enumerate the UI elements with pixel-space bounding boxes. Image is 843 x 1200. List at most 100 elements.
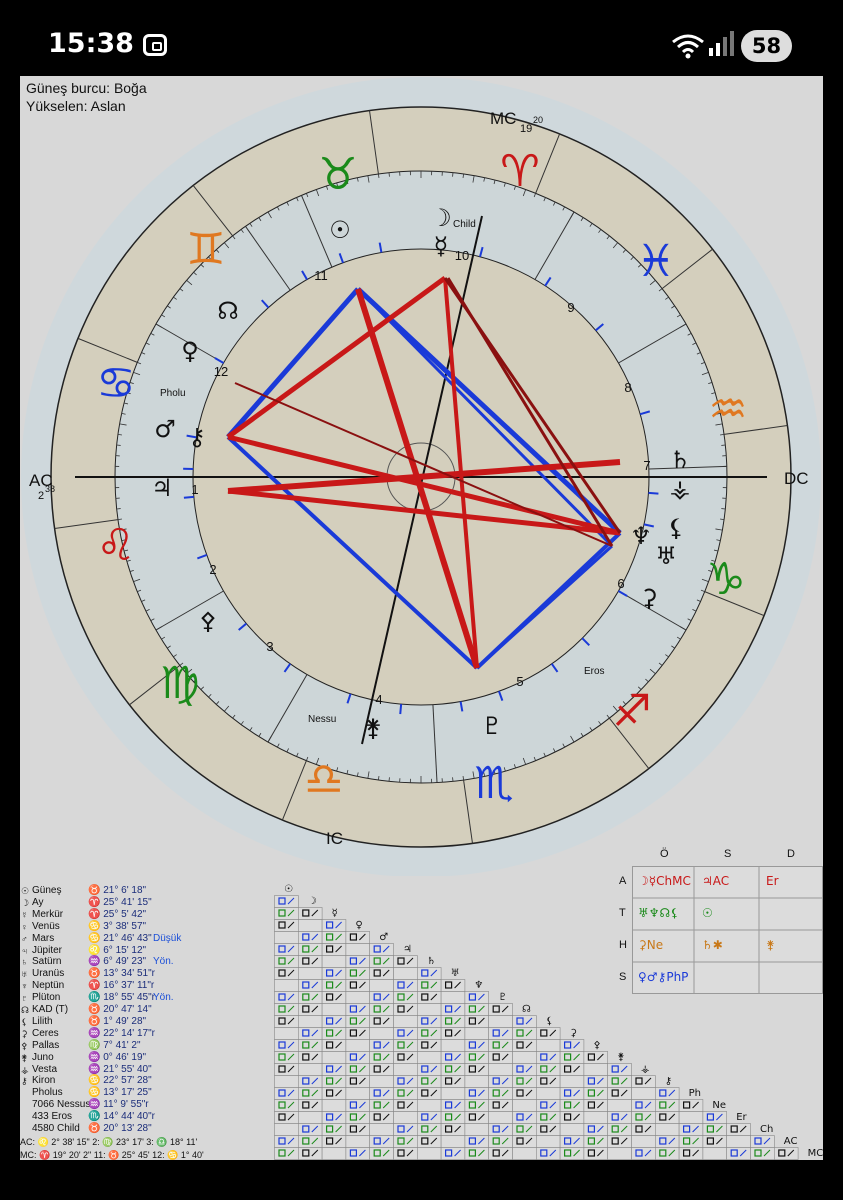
- aspect-cell: [440, 979, 466, 992]
- planet-glyph-icon: ⚵: [21, 1052, 28, 1063]
- status-bar: 15:38 58: [0, 0, 843, 76]
- aspect-header-glyph: ⚶: [641, 1064, 650, 1075]
- eros-label: Eros: [584, 666, 605, 677]
- aspect-cell: [274, 919, 299, 932]
- element-row-header: H: [619, 939, 627, 951]
- aspect-cell: [512, 1099, 537, 1112]
- aspect-cell: [321, 1015, 347, 1028]
- aspect-cell: [559, 1135, 585, 1148]
- aspect-cell: [417, 1027, 442, 1040]
- aspect-cell: [440, 1063, 466, 1076]
- planet-position-row: ⚳ Ceres ♒ 22° 14' 17"r: [20, 1028, 274, 1040]
- aspect-cell: [678, 1135, 704, 1148]
- wifi-icon: [672, 34, 704, 59]
- aspect-cell: [773, 1147, 799, 1160]
- aspect-cell: [464, 1123, 489, 1136]
- planet-position: ♉ 20° 47' 14": [88, 1004, 152, 1015]
- aspect-cell: [535, 1075, 561, 1088]
- aspect-cell: [464, 1003, 489, 1016]
- aspect-cell: [678, 1123, 704, 1136]
- aspect-cell: [583, 1087, 608, 1100]
- degree-tick: [378, 173, 380, 178]
- aspect-cell: [583, 1051, 608, 1064]
- element-row-header: S: [619, 971, 627, 983]
- aspect-cell: [321, 1111, 347, 1124]
- planet-glyph-icon: ⚴: [21, 1040, 28, 1051]
- planet-position-row: ♅ Uranüs ♉ 13° 34' 51"r: [20, 968, 274, 980]
- planet-position-row: ♂ Mars ♋ 21° 46' 43" Düşük: [20, 933, 274, 945]
- planet-glyph-icon: ⚳: [21, 1028, 28, 1039]
- aspect-header-glyph: ⚵: [617, 1052, 624, 1063]
- aspect-cell: [297, 931, 323, 944]
- aspect-cell: [440, 1111, 466, 1124]
- element-cell: Er: [766, 874, 779, 888]
- aspect-cell: [607, 1111, 632, 1124]
- battery-indicator: 58: [741, 30, 792, 62]
- aspect-cell: [369, 1003, 394, 1016]
- aspect-cell: [393, 967, 418, 980]
- aspect-cell: [488, 1027, 513, 1040]
- planet-position-row: ♃ Jüpiter ♌ 6° 15' 12": [20, 945, 274, 957]
- aspect-cell: [369, 1147, 394, 1160]
- planet-position-row: ⚷ Kiron ♋ 22° 57' 28": [20, 1075, 274, 1087]
- aspect-cell: [274, 943, 299, 956]
- aspect-cell: [393, 1039, 418, 1052]
- aspect-cell: [297, 1123, 323, 1136]
- natal-chart-page: Güneş burcu: Boğa Yükselen: Aslan ♉ ♈ ♓ …: [20, 76, 823, 1160]
- aspect-cell: [321, 919, 347, 932]
- planet-position-row: ☽ Ay ♈ 25° 41' 15": [20, 897, 274, 909]
- aspect-cell: [345, 1003, 371, 1016]
- aspect-cell: [464, 1015, 489, 1028]
- aspect-cell: [321, 991, 347, 1004]
- aspect-cell: [535, 1111, 561, 1124]
- aspect-header-glyph: ☊: [522, 1004, 531, 1015]
- aspect-cell: [321, 943, 347, 956]
- leo-sign-icon: ♌: [96, 520, 135, 571]
- aspect-cell: [417, 967, 442, 980]
- aspect-cell: [488, 1147, 513, 1160]
- aspect-header-glyph: Ph: [689, 1088, 701, 1099]
- aspect-cell: [512, 1075, 537, 1088]
- aspect-cell: [440, 1027, 466, 1040]
- aspect-cell: [393, 1147, 418, 1160]
- house-number: 1: [191, 482, 198, 497]
- aspect-cell: [440, 1099, 466, 1112]
- aspect-cell: [393, 1135, 418, 1148]
- mc-degree: 19: [520, 123, 532, 135]
- ac-minutes: 38: [45, 484, 55, 494]
- aspect-cell: [321, 1063, 347, 1076]
- aspect-cell: [297, 907, 323, 920]
- aspect-cell: [607, 1123, 632, 1136]
- planet-tick: [399, 704, 403, 715]
- aspect-cell: [559, 1063, 585, 1076]
- aspect-cell: [345, 1015, 371, 1028]
- aspect-cell: [393, 1099, 418, 1112]
- aspect-cell: [512, 1051, 537, 1064]
- aspect-cell: [393, 1003, 418, 1016]
- element-cell: ♃AC: [702, 874, 730, 888]
- aspect-cell: [512, 1039, 537, 1052]
- aspect-cell: [369, 1099, 394, 1112]
- aspect-cell: [297, 1087, 323, 1100]
- aspect-cell: [345, 1027, 371, 1040]
- aspect-cell: [607, 1147, 632, 1160]
- planet-position: ♒ 11° 9' 55"r: [88, 1099, 149, 1111]
- aspect-cell: [417, 991, 442, 1004]
- aspect-cell: [535, 1123, 561, 1136]
- aspect-cell: [464, 1027, 489, 1040]
- aspect-cell: [321, 1027, 347, 1040]
- aspect-cell: [440, 1147, 466, 1160]
- cancer-sign-icon: ♋: [96, 358, 135, 409]
- aspect-cell: [583, 1123, 608, 1136]
- planet-glyph-icon: ⚷: [21, 1076, 28, 1087]
- aspect-cell: [297, 967, 323, 980]
- aspect-cell: [440, 1015, 466, 1028]
- degree-tick: [117, 434, 122, 436]
- aspect-cell: [678, 1147, 704, 1160]
- aspect-cell: [297, 955, 323, 968]
- aspect-cell: [345, 943, 371, 956]
- aspect-cell: [393, 1063, 418, 1076]
- aspect-cell: [321, 1003, 347, 1016]
- aspect-cell: [631, 1147, 656, 1160]
- aspect-cell: [274, 991, 299, 1004]
